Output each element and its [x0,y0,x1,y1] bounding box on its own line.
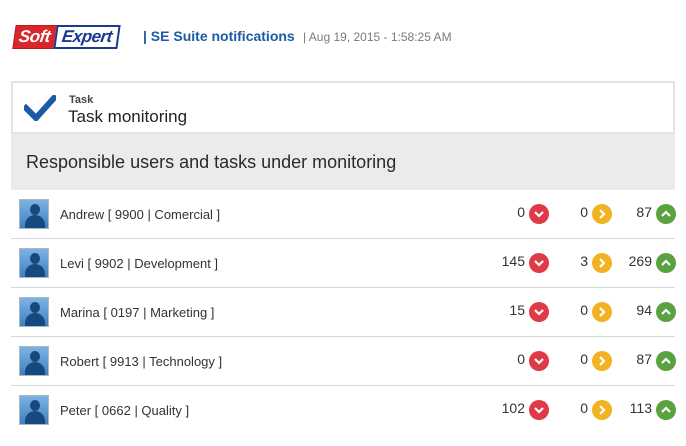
on-time-count: 269 [628,253,652,269]
chevron-up-icon[interactable] [656,302,676,322]
checkmark-icon [24,95,56,121]
user-row: Robert [ 9913 | Technology ] 0 0 87 [11,337,676,386]
user-avatar-icon [19,346,49,376]
user-avatar-icon [19,248,49,278]
logo-expert-text: Expert [53,25,121,49]
chevron-up-icon[interactable] [656,204,676,224]
user-name: Peter [ 0662 | Quality ] [60,403,190,418]
user-name: Marina [ 0197 | Marketing ] [60,305,215,320]
section-header: Responsible users and tasks under monito… [11,134,675,190]
task-name: Task monitoring [68,107,188,126]
on-time-count: 87 [636,204,652,220]
chevron-up-icon[interactable] [656,253,676,273]
on-time-count: 87 [636,351,652,367]
late-count: 145 [501,253,525,269]
chevron-up-icon[interactable] [656,351,676,371]
late-count: 102 [501,400,525,416]
user-avatar-icon [19,395,49,425]
user-row: Andrew [ 9900 | Comercial ] 0 0 87 [11,190,676,239]
warning-count: 0 [580,302,588,318]
user-name: Levi [ 9902 | Development ] [60,256,219,271]
user-task-list: Andrew [ 9900 | Comercial ] 0 0 87 Levi … [11,190,676,435]
warning-count: 0 [580,351,588,367]
warning-count: 3 [580,253,588,269]
notification-timestamp: | Aug 19, 2015 - 1:58:25 AM [303,30,452,44]
user-avatar-icon [19,199,49,229]
softexpert-logo: Soft Expert [12,25,121,49]
task-card: Task Task monitoring [11,81,675,134]
user-name: Robert [ 9913 | Technology ] [60,354,223,369]
warning-count: 0 [580,400,588,416]
user-name: Andrew [ 9900 | Comercial ] [60,207,221,222]
on-time-count: 94 [636,302,652,318]
late-count: 15 [509,302,525,318]
task-label: Task [69,94,94,106]
on-time-count: 113 [629,400,652,416]
late-count: 0 [517,351,525,367]
notification-title: | SE Suite notifications [143,28,295,44]
user-avatar-icon [19,297,49,327]
user-row: Levi [ 9902 | Development ] 145 3 269 [11,239,676,288]
logo-soft-text: Soft [12,25,59,49]
chevron-up-icon[interactable] [656,400,676,420]
late-count: 0 [517,204,525,220]
section-title: Responsible users and tasks under monito… [26,152,397,172]
user-row: Marina [ 0197 | Marketing ] 15 0 94 [11,288,676,337]
warning-count: 0 [580,204,588,220]
email-header: Soft Expert | SE Suite notifications | A… [0,0,686,72]
user-row: Peter [ 0662 | Quality ] 102 0 113 [11,386,676,435]
